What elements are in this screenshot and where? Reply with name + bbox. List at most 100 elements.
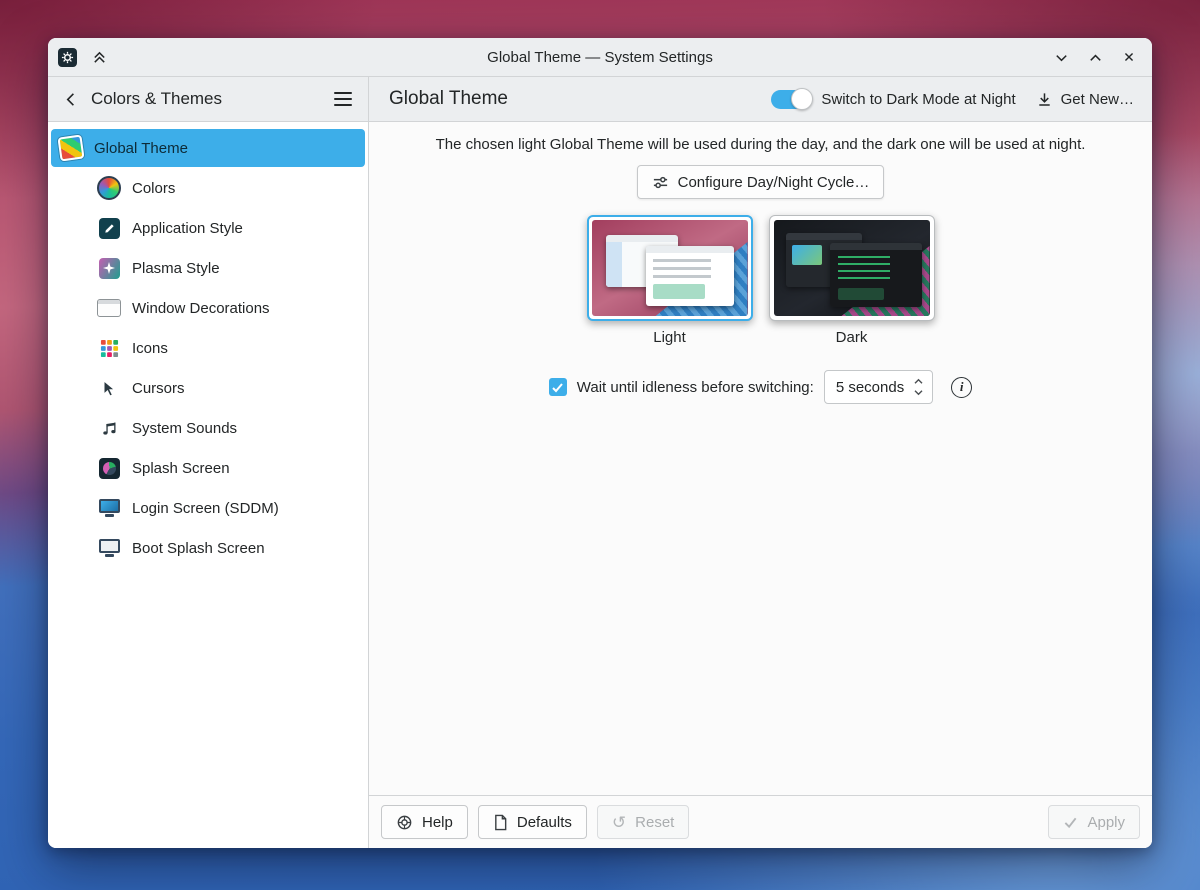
spin-down-button[interactable]	[913, 389, 924, 397]
idle-duration-spinbox[interactable]: 5 seconds	[824, 370, 933, 404]
theme-cards: Light	[587, 215, 935, 346]
configure-button-label: Configure Day/Night Cycle…	[678, 174, 870, 191]
sidebar-list: Global Theme Colors Application Style	[48, 122, 368, 848]
sidebar-item-cursors[interactable]: Cursors	[51, 369, 365, 407]
music-note-icon	[101, 420, 118, 437]
sidebar-item-label: Splash Screen	[132, 460, 230, 477]
toggle-knob	[791, 88, 813, 110]
idle-checkbox-label[interactable]: Wait until idleness before switching:	[577, 379, 814, 396]
sidebar-item-window-decorations[interactable]: Window Decorations	[51, 289, 365, 327]
sidebar-item-global-theme[interactable]: Global Theme	[51, 129, 365, 167]
check-icon	[1063, 815, 1078, 830]
maximize-button[interactable]	[1082, 44, 1108, 70]
icon-grid-art	[100, 339, 119, 358]
keep-above-button[interactable]	[86, 44, 112, 70]
main-panel: Global Theme Switch to Dark Mode at Nigh…	[369, 77, 1152, 848]
sidebar-item-splash-screen[interactable]: Splash Screen	[51, 449, 365, 487]
sidebar-item-application-style[interactable]: Application Style	[51, 209, 365, 247]
window-body: Colors & Themes Global Theme Colors	[48, 77, 1152, 848]
titlebar[interactable]: Global Theme — System Settings	[48, 38, 1152, 77]
monitor-icon	[99, 499, 120, 517]
plasma-style-icon	[97, 256, 121, 280]
dark-theme-card[interactable]	[769, 215, 935, 321]
splash-screen-icon	[97, 456, 121, 480]
gear-icon	[61, 51, 74, 64]
double-chevron-up-icon	[92, 50, 107, 65]
preview-terminal-lines	[838, 256, 890, 282]
monitor-stand	[105, 514, 114, 517]
idle-checkbox[interactable]	[549, 378, 567, 396]
close-icon	[1121, 49, 1137, 65]
toggle-label: Switch to Dark Mode at Night	[821, 91, 1015, 108]
help-button-label: Help	[422, 814, 453, 831]
dark-mode-toggle-group[interactable]: Switch to Dark Mode at Night	[771, 90, 1015, 109]
idle-settings-row: Wait until idleness before switching: 5 …	[549, 370, 972, 404]
spin-up-button[interactable]	[913, 378, 924, 386]
cursor-arrow-icon	[102, 380, 117, 397]
sidebar-item-login-screen[interactable]: Login Screen (SDDM)	[51, 489, 365, 527]
sidebar-item-plasma-style[interactable]: Plasma Style	[51, 249, 365, 287]
chevron-down-icon	[913, 389, 924, 396]
colors-icon	[97, 176, 121, 200]
sidebar-title: Colors & Themes	[91, 89, 321, 109]
download-icon	[1036, 91, 1053, 108]
help-buoy-icon	[396, 814, 413, 831]
light-theme-preview	[592, 220, 748, 316]
monitor-screen	[99, 539, 120, 553]
help-button[interactable]: Help	[381, 805, 468, 839]
minimize-button[interactable]	[1048, 44, 1074, 70]
main-content: The chosen light Global Theme will be us…	[369, 122, 1152, 795]
chevron-up-icon	[1087, 49, 1104, 66]
window-titlebar-art	[98, 300, 120, 304]
back-button[interactable]	[56, 84, 86, 114]
sidebar-item-label: Plasma Style	[132, 260, 220, 277]
hamburger-icon	[334, 98, 352, 100]
sidebar-item-boot-splash[interactable]: Boot Splash Screen	[51, 529, 365, 567]
menu-button[interactable]	[326, 82, 360, 116]
apply-button[interactable]: Apply	[1048, 805, 1140, 839]
light-theme-card[interactable]	[587, 215, 753, 321]
sidebar-item-label: Global Theme	[94, 140, 188, 157]
app-icon[interactable]	[58, 48, 77, 67]
get-new-button[interactable]: Get New…	[1032, 87, 1138, 112]
hamburger-icon	[334, 92, 352, 94]
sidebar-item-system-sounds[interactable]: System Sounds	[51, 409, 365, 447]
sidebar-header: Colors & Themes	[48, 77, 368, 122]
global-theme-icon-art	[57, 134, 84, 161]
system-sounds-icon	[97, 416, 121, 440]
light-theme-label: Light	[653, 329, 686, 346]
window-decorations-icon	[97, 296, 121, 320]
toggle-switch[interactable]	[771, 90, 811, 109]
configure-day-night-button[interactable]: Configure Day/Night Cycle…	[637, 165, 885, 199]
application-style-icon	[97, 216, 121, 240]
apply-button-label: Apply	[1087, 814, 1125, 831]
titlebar-right-group	[1012, 44, 1142, 70]
preview-window-front	[830, 243, 922, 307]
sidebar-item-label: Login Screen (SDDM)	[132, 500, 279, 517]
preview-text-lines	[653, 259, 711, 281]
pencil-icon	[99, 218, 120, 239]
titlebar-left-group	[58, 44, 188, 70]
sidebar-item-label: System Sounds	[132, 420, 237, 437]
sidebar-item-label: Icons	[132, 340, 168, 357]
window-title: Global Theme — System Settings	[188, 49, 1012, 66]
sidebar-item-colors[interactable]: Colors	[51, 169, 365, 207]
sparkle-icon	[99, 258, 120, 279]
main-header: Global Theme Switch to Dark Mode at Nigh…	[369, 77, 1152, 122]
dark-theme-label: Dark	[836, 329, 868, 346]
reset-button[interactable]: ↺ Reset	[597, 805, 689, 839]
window-frame-icon	[97, 299, 121, 317]
sidebar-item-label: Cursors	[132, 380, 185, 397]
close-button[interactable]	[1116, 44, 1142, 70]
color-wheel-icon	[97, 176, 121, 200]
undo-icon: ↺	[612, 814, 626, 831]
sidebar-item-icons[interactable]: Icons	[51, 329, 365, 367]
dark-theme-column: Dark	[769, 215, 935, 346]
get-new-label: Get New…	[1061, 91, 1134, 108]
defaults-button-label: Defaults	[517, 814, 572, 831]
defaults-button[interactable]: Defaults	[478, 805, 587, 839]
splash-swirl-icon	[99, 458, 120, 479]
monitor-screen	[99, 499, 120, 513]
preview-sidebar-art	[606, 242, 622, 287]
info-icon[interactable]: i	[951, 377, 972, 398]
